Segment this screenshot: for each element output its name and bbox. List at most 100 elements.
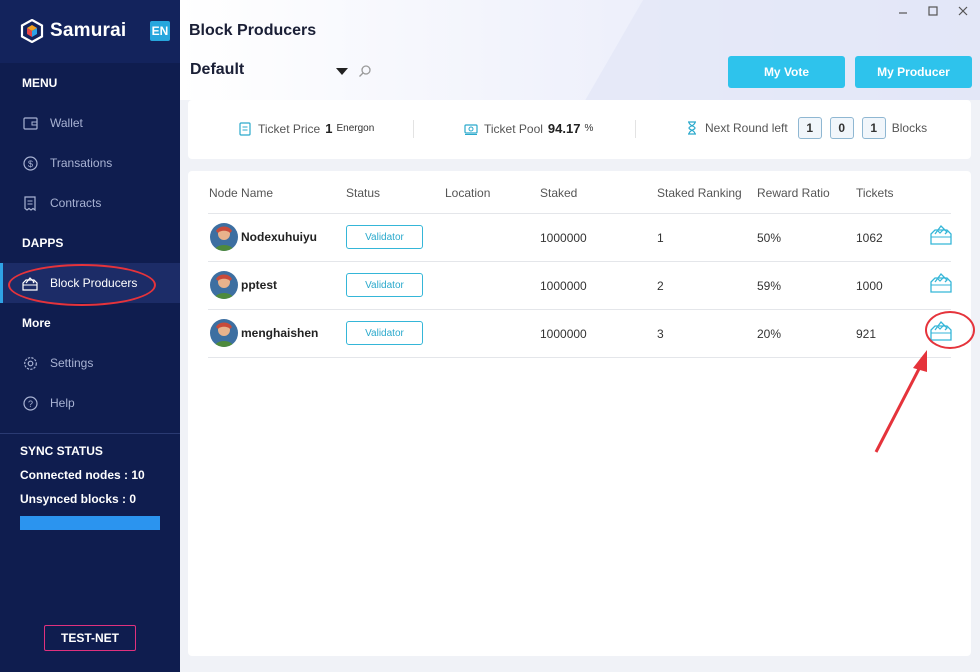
gear-icon [22, 355, 38, 371]
connected-nodes: Connected nodes : 10 [20, 468, 145, 482]
staked-ranking: 2 [657, 279, 664, 293]
sidebar: Samurai EN MENU Wallet $ Transations Con… [0, 0, 180, 672]
column-header-staked-ranking: Staked Ranking [657, 186, 742, 200]
main-content: Block Producers Default My Vote My Produ… [180, 0, 980, 672]
ticket-pool-icon [464, 123, 478, 135]
connected-nodes-label: Connected nodes : [20, 468, 132, 482]
status-badge[interactable]: Validator [346, 321, 423, 345]
more-section-title: More [22, 316, 51, 330]
next-round-label: Next Round left [705, 121, 788, 135]
unsynced-blocks-label: Unsynced blocks : [20, 492, 130, 506]
status-badge[interactable]: Validator [346, 273, 423, 297]
svg-text:?: ? [27, 399, 32, 409]
next-round-digit: 0 [829, 117, 854, 139]
vote-icon[interactable] [929, 272, 953, 294]
hourglass-icon [688, 121, 696, 135]
contract-icon [22, 195, 38, 211]
column-header-reward-ratio: Reward Ratio [757, 186, 830, 200]
menu-section-title: MENU [22, 76, 58, 90]
tickets-count: 921 [856, 327, 877, 341]
chevron-down-icon[interactable] [336, 68, 348, 75]
vote-icon[interactable] [929, 224, 953, 246]
ticket-price-value: 1 [325, 121, 333, 136]
my-producer-button[interactable]: My Producer [855, 56, 972, 88]
network-badge[interactable]: TEST-NET [44, 625, 136, 651]
column-header-tickets: Tickets [856, 186, 894, 200]
avatar [210, 319, 238, 347]
ticket-icon [239, 121, 251, 136]
next-round-stat: Next Round left 1 0 1 Blocks [685, 117, 927, 139]
annotation-highlight-oval [925, 311, 975, 349]
header-divider [208, 213, 951, 214]
language-switch[interactable]: EN [150, 21, 170, 41]
unsynced-blocks-value: 0 [129, 492, 137, 506]
stat-separator [413, 120, 414, 138]
my-vote-button[interactable]: My Vote [728, 56, 845, 88]
minimize-icon[interactable] [896, 4, 910, 18]
search-icon[interactable] [358, 64, 372, 78]
page-title: Block Producers [189, 22, 317, 39]
sidebar-item-settings[interactable]: Settings [0, 343, 180, 383]
wallet-icon [22, 115, 38, 131]
reward-ratio: 20% [757, 327, 782, 341]
staked-ranking: 3 [657, 327, 664, 341]
next-round-digit: 1 [861, 117, 886, 139]
column-header-location: Location [445, 186, 491, 200]
sidebar-item-transations[interactable]: $ Transations [0, 143, 180, 183]
dapps-section-title: DAPPS [22, 236, 64, 250]
ticket-price-label: Ticket Price [258, 121, 321, 136]
sync-progress-bar [20, 516, 160, 530]
staked-ranking: 1 [657, 231, 664, 245]
row-divider [208, 309, 951, 310]
column-header-staked: Staked [540, 186, 578, 200]
samurai-logo-icon [20, 19, 44, 43]
ticket-pool-stat: Ticket Pool 94.17 % [464, 121, 593, 136]
node-group-select[interactable]: Default [190, 61, 244, 79]
maximize-icon[interactable] [926, 4, 940, 18]
svg-text:$: $ [27, 159, 32, 169]
staked-value: 1000000 [540, 279, 587, 293]
avatar [210, 271, 238, 299]
reward-ratio: 59% [757, 279, 782, 293]
brand-name: Samurai [50, 20, 127, 41]
producers-table: Node Name Status Location Staked Staked … [188, 171, 975, 656]
sidebar-item-label: Settings [50, 356, 94, 370]
staked-value: 1000000 [540, 327, 587, 341]
sidebar-item-contracts[interactable]: Contracts [0, 183, 180, 223]
tickets-count: 1000 [856, 279, 883, 293]
node-name: menghaishen [241, 326, 319, 340]
ticket-pool-value: 94.17 [547, 121, 581, 136]
sidebar-item-help[interactable]: ? Help [0, 383, 180, 423]
brand: Samurai [20, 19, 126, 43]
column-header-status: Status [346, 186, 381, 200]
sidebar-item-label: Transations [50, 156, 113, 170]
help-icon: ? [22, 395, 38, 411]
unsynced-blocks: Unsynced blocks : 0 [20, 492, 136, 506]
sidebar-divider [0, 433, 180, 434]
window-controls [896, 4, 970, 18]
next-round-digit: 1 [797, 117, 822, 139]
avatar [210, 223, 238, 251]
ticket-price-unit: Energon [336, 123, 375, 134]
stat-separator [635, 120, 636, 138]
close-icon[interactable] [956, 4, 970, 18]
tickets-count: 1062 [856, 231, 883, 245]
ticket-pool-label: Ticket Pool [484, 121, 543, 136]
ticket-price-stat: Ticket Price 1 Energon [238, 121, 374, 136]
annotation-highlight-oval [8, 264, 156, 306]
stats-card: Ticket Price 1 Energon Ticket Pool 94.17… [188, 100, 971, 159]
column-header-node-name: Node Name [209, 186, 274, 200]
next-round-unit: Blocks [891, 121, 928, 135]
sidebar-item-label: Wallet [50, 116, 83, 130]
dollar-icon: $ [22, 155, 38, 171]
sync-status-title: SYNC STATUS [20, 444, 103, 458]
connected-nodes-value: 10 [131, 468, 145, 482]
sidebar-item-wallet[interactable]: Wallet [0, 103, 180, 143]
staked-value: 1000000 [540, 231, 587, 245]
ticket-pool-unit: % [584, 123, 594, 134]
sidebar-item-label: Help [50, 396, 75, 410]
node-name: Nodexuhuiyu [241, 230, 318, 244]
sidebar-item-label: Contracts [50, 196, 102, 210]
reward-ratio: 50% [757, 231, 782, 245]
status-badge[interactable]: Validator [346, 225, 423, 249]
